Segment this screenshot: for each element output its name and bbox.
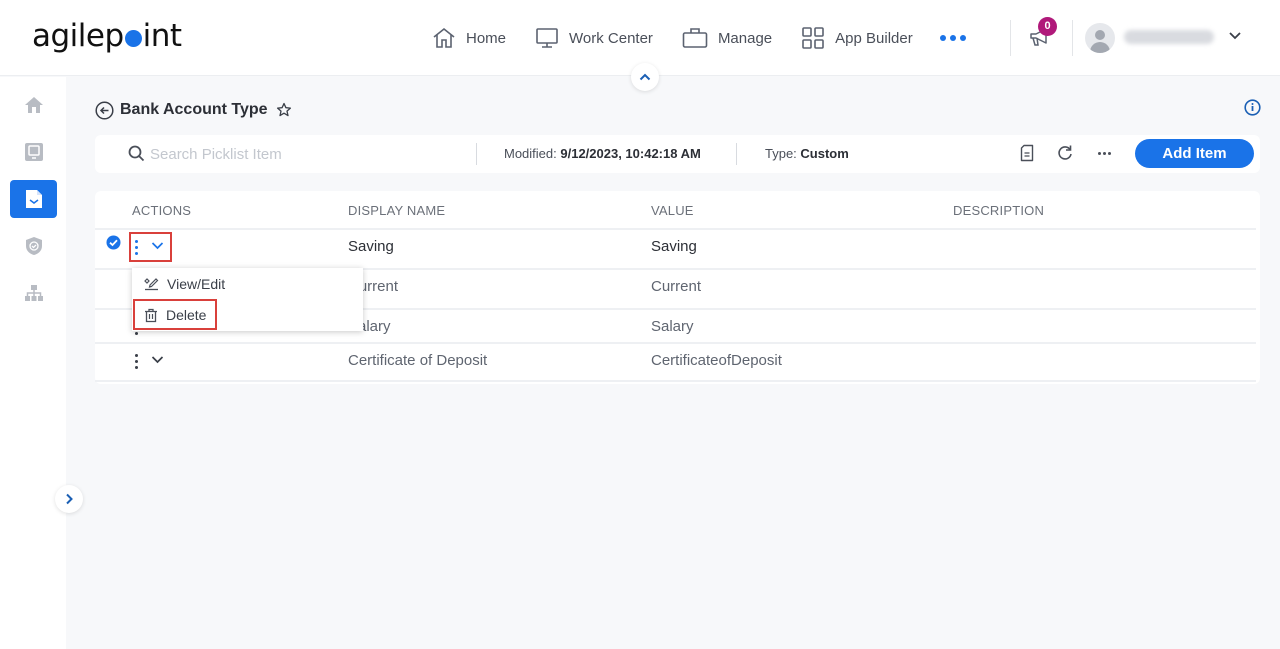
nav-work-center-label: Work Center: [569, 29, 653, 47]
sidebar: [0, 77, 66, 649]
toolbar-divider: [476, 143, 477, 165]
type-value: Custom: [800, 146, 849, 161]
chevron-down-icon[interactable]: [151, 355, 164, 364]
table-row[interactable]: Certificate of Deposit CertificateofDepo…: [95, 342, 1256, 382]
nav-home-label: Home: [466, 29, 507, 47]
page-header: Bank Account Type: [95, 100, 292, 120]
selected-check-icon[interactable]: [106, 235, 121, 250]
search-input[interactable]: [150, 143, 450, 165]
briefcase-icon: [682, 28, 708, 48]
cell-value: Current: [651, 278, 702, 295]
collapse-header-button[interactable]: [631, 63, 659, 91]
modified-label: Modified:: [504, 146, 557, 161]
user-name[interactable]: blurred user: [1124, 30, 1214, 44]
menu-item-view-edit[interactable]: View/Edit: [132, 270, 363, 298]
nav-manage-label: Manage: [717, 29, 773, 47]
sidebar-item-home[interactable]: [10, 86, 57, 124]
document-check-icon: [25, 190, 42, 208]
more-options-icon[interactable]: [1098, 152, 1111, 155]
refresh-icon[interactable]: [1057, 144, 1073, 162]
nav-app-builder[interactable]: App Builder: [801, 27, 913, 49]
logo-text-start: agilep: [32, 18, 124, 54]
column-header-value[interactable]: VALUE: [651, 203, 694, 218]
chevron-down-icon[interactable]: [1228, 31, 1242, 41]
agilepoint-logo[interactable]: agilep int: [32, 18, 182, 54]
column-header-display-name[interactable]: DISPLAY NAME: [348, 203, 445, 218]
monitor-icon: [24, 143, 43, 161]
nav-work-center[interactable]: Work Center: [535, 27, 653, 49]
more-horizontal-icon[interactable]: [939, 35, 966, 41]
home-icon: [24, 97, 43, 113]
edit-icon: [144, 278, 159, 291]
nav-divider: [1010, 20, 1011, 56]
modified-value: 9/12/2023, 10:42:18 AM: [560, 146, 701, 161]
chevron-up-icon: [639, 73, 651, 81]
type-label: Type:: [765, 146, 797, 161]
cell-display-name: Saving: [348, 238, 394, 255]
toolbar-divider: [736, 143, 737, 165]
logo-text-end: int: [142, 18, 182, 54]
sidebar-item-work-center[interactable]: [10, 133, 57, 171]
cell-display-name: Certificate of Deposit: [348, 352, 488, 369]
delete-highlight: [133, 299, 217, 330]
add-item-button[interactable]: Add Item: [1135, 139, 1254, 168]
actions-highlight: [129, 232, 172, 262]
sidebar-item-data-entities[interactable]: [10, 180, 57, 218]
search-icon: [128, 145, 145, 162]
page-title: Bank Account Type: [120, 101, 268, 118]
sidebar-item-security[interactable]: [10, 227, 57, 265]
user-divider: [1072, 20, 1073, 56]
nav-app-builder-label: App Builder: [835, 29, 913, 47]
cell-value: Salary: [651, 318, 694, 335]
modified-info: Modified: 9/12/2023, 10:42:18 AM: [504, 146, 701, 161]
chevron-right-icon: [66, 493, 73, 505]
info-icon[interactable]: [1244, 99, 1261, 116]
cell-value: CertificateofDeposit: [651, 352, 782, 369]
cell-value: Saving: [651, 238, 697, 255]
logo-dot: [124, 30, 142, 47]
table-row[interactable]: Saving Saving: [95, 228, 1256, 268]
star-icon[interactable]: [276, 102, 292, 118]
expand-sidebar-button[interactable]: [55, 485, 83, 513]
shield-icon: [25, 237, 42, 255]
row-actions-kebab-icon[interactable]: [135, 354, 141, 369]
menu-item-view-edit-label: View/Edit: [167, 276, 226, 292]
column-header-description[interactable]: DESCRIPTION: [953, 203, 1044, 218]
nav-manage[interactable]: Manage: [682, 27, 772, 49]
back-arrow-icon[interactable]: [95, 100, 114, 120]
home-icon: [433, 27, 455, 48]
export-document-icon[interactable]: [1020, 144, 1034, 162]
notification-badge: 0: [1038, 17, 1057, 36]
avatar[interactable]: [1085, 23, 1115, 53]
column-header-actions[interactable]: ACTIONS: [132, 203, 191, 218]
hierarchy-icon: [24, 285, 43, 301]
monitor-icon: [536, 28, 558, 48]
nav-home[interactable]: Home: [432, 27, 506, 49]
sidebar-item-organization[interactable]: [10, 274, 57, 312]
type-info: Type: Custom: [765, 146, 849, 161]
main-nav: Home Work Center Manage App Builder: [432, 24, 966, 52]
toolbar: Modified: 9/12/2023, 10:42:18 AM Type: C…: [95, 135, 1260, 173]
grid-icon: [802, 27, 824, 49]
row-actions-menu: View/Edit Delete: [132, 268, 363, 331]
